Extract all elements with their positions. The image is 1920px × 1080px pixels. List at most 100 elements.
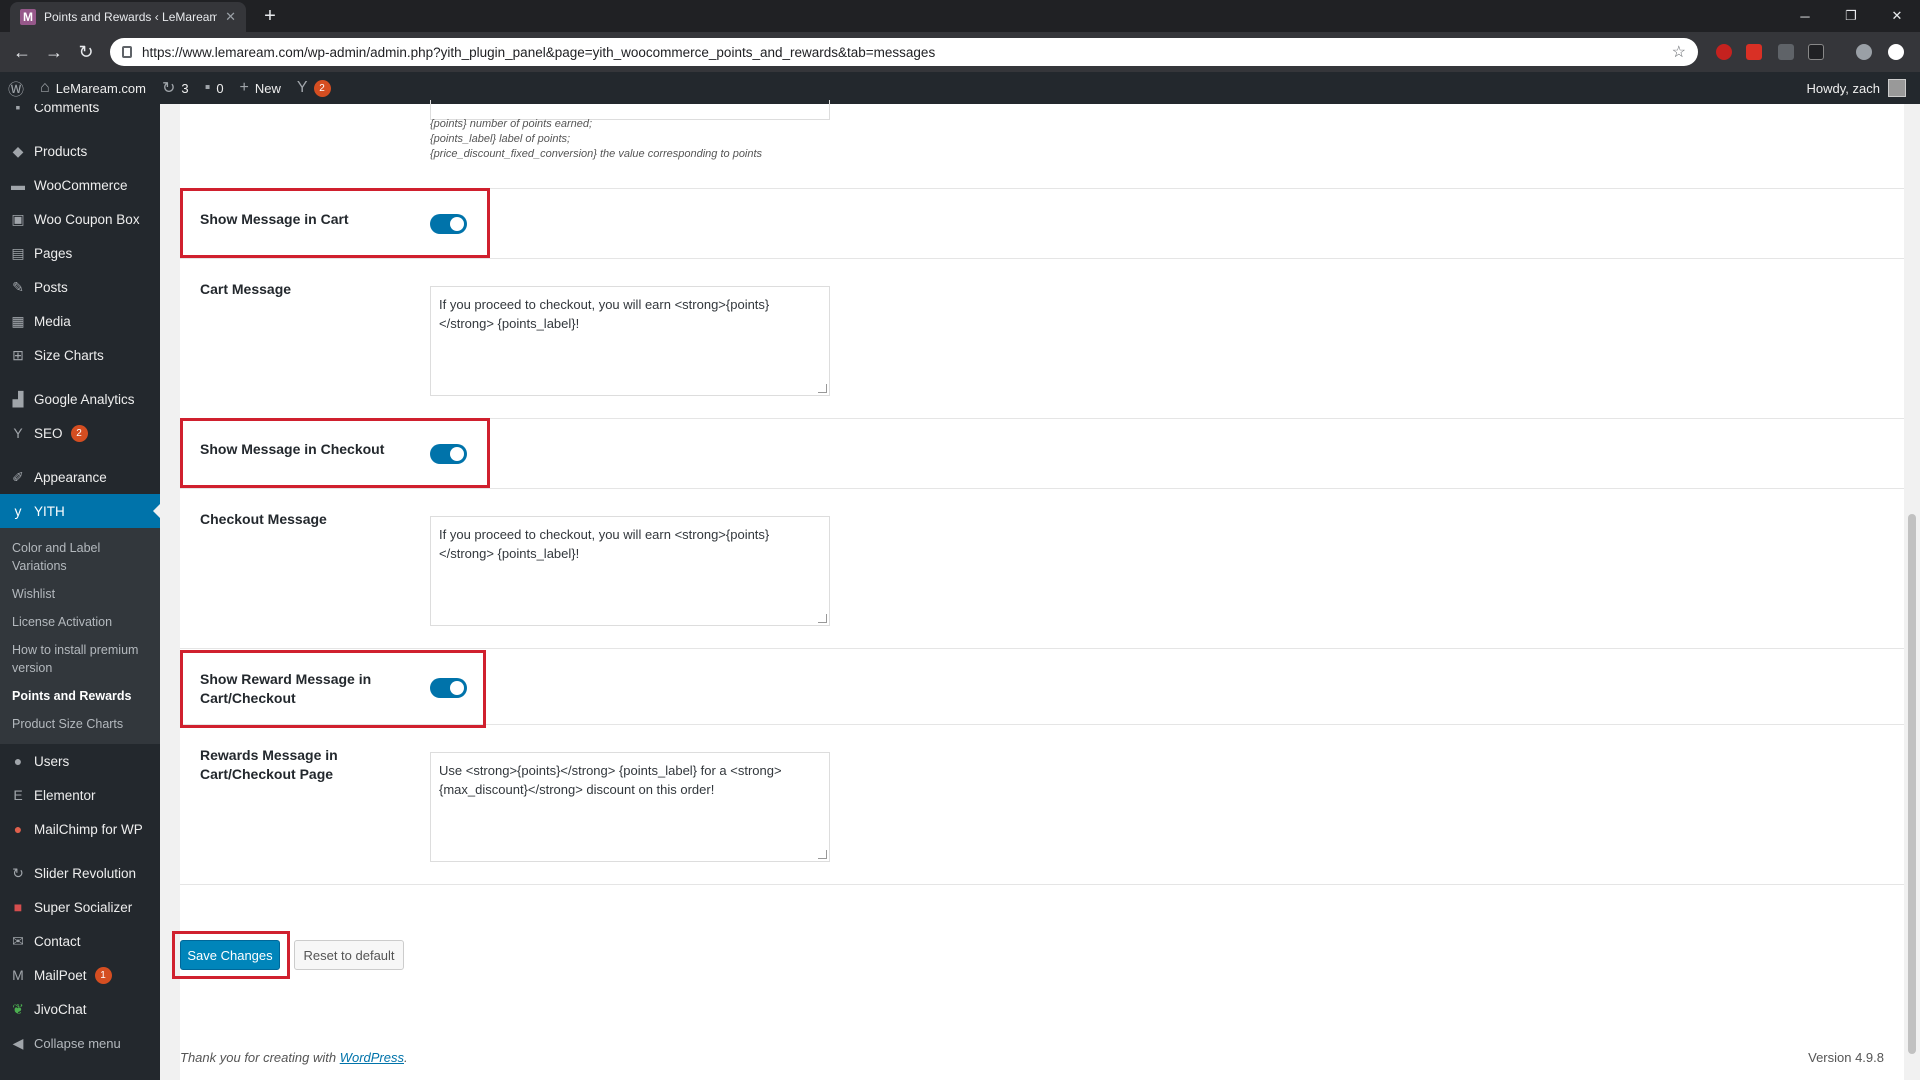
rewards-message-textarea[interactable]: Use <strong>{points}</strong> {points_la… bbox=[430, 752, 830, 862]
sidebar-item-woocommerce[interactable]: ▬ WooCommerce bbox=[0, 168, 160, 202]
footer-thanks: Thank you for creating with WordPress. bbox=[180, 1050, 408, 1065]
wordpress-link[interactable]: WordPress bbox=[340, 1050, 404, 1065]
profile-icon[interactable] bbox=[1856, 44, 1872, 60]
sidebar-item-label: Comments bbox=[34, 104, 100, 115]
sidebar-item-google-analytics[interactable]: ▟ Google Analytics bbox=[0, 382, 160, 416]
sidebar-item-label: Woo Coupon Box bbox=[34, 211, 140, 227]
checkout-message-label: Checkout Message bbox=[200, 511, 327, 527]
cart-message-label: Cart Message bbox=[200, 281, 292, 297]
wordpress-logo-button[interactable]: Ⓦ bbox=[0, 72, 32, 104]
sidebar-item-comments[interactable]: ▪ Comments bbox=[0, 104, 160, 124]
submenu-item-license-activation[interactable]: License Activation bbox=[0, 608, 160, 636]
tab-close-icon[interactable]: ✕ bbox=[225, 9, 236, 25]
sidebar-item-posts[interactable]: ✎ Posts bbox=[0, 270, 160, 304]
back-icon[interactable]: ← bbox=[10, 40, 34, 64]
account-menu[interactable]: Howdy, zach bbox=[1807, 72, 1906, 104]
menu-dot-icon[interactable] bbox=[1888, 44, 1904, 60]
sidebar-item-media[interactable]: ▦ Media bbox=[0, 304, 160, 338]
highlight-box bbox=[180, 650, 486, 728]
restore-icon[interactable]: ❐ bbox=[1828, 0, 1874, 32]
site-name-link[interactable]: ⌂ LeMaream.com bbox=[32, 72, 154, 104]
sidebar-item-label: Contact bbox=[34, 933, 81, 949]
sidebar-item-appearance[interactable]: ✐ Appearance bbox=[0, 460, 160, 494]
sidebar-item-pages[interactable]: ▤ Pages bbox=[0, 236, 160, 270]
submenu-item-wishlist[interactable]: Wishlist bbox=[0, 580, 160, 608]
version-text: Version 4.9.8 bbox=[1808, 1050, 1884, 1065]
updates-icon: ↻ bbox=[162, 80, 176, 97]
settings-panel: {points} number of points earned; {point… bbox=[172, 100, 1904, 1080]
yoast-icon: Y bbox=[13, 425, 23, 441]
cart-message-textarea[interactable]: If you proceed to checkout, you will ear… bbox=[430, 286, 830, 396]
sidebar-item-super-socializer[interactable]: ■ Super Socializer bbox=[0, 890, 160, 924]
highlight-box bbox=[180, 188, 490, 258]
sidebar-item-label: Elementor bbox=[34, 787, 96, 803]
minimize-icon[interactable]: ─ bbox=[1782, 0, 1828, 32]
collapse-icon: ◀ bbox=[12, 1034, 24, 1051]
checkout-message-textarea[interactable]: If you proceed to checkout, you will ear… bbox=[430, 516, 830, 626]
rewards-message-label: Rewards Message in Cart/Checkout Page bbox=[200, 747, 338, 782]
comments-link[interactable]: ▪ 0 bbox=[197, 72, 232, 104]
footer-thanks-text: Thank you for creating with bbox=[180, 1050, 337, 1065]
updates-link[interactable]: ↻ 3 bbox=[154, 72, 197, 104]
sidebar-item-label: MailPoet bbox=[34, 967, 87, 983]
leaf-icon: ❦ bbox=[12, 1000, 24, 1017]
extension-icon[interactable] bbox=[1746, 44, 1762, 60]
seo-badge: 2 bbox=[70, 424, 88, 442]
comment-icon: ▪ bbox=[15, 104, 21, 115]
avatar bbox=[1888, 79, 1906, 97]
bookmark-star-icon[interactable]: ☆ bbox=[1672, 42, 1686, 62]
extension-icon[interactable] bbox=[1716, 44, 1732, 60]
user-icon: ● bbox=[13, 753, 23, 769]
wp-admin-bar: Ⓦ ⌂ LeMaream.com ↻ 3 ▪ 0 + New Y2 Howdy, zac… bbox=[0, 72, 1920, 104]
sidebar-item-seo[interactable]: Y SEO 2 bbox=[0, 416, 160, 450]
sidebar-item-yith[interactable]: y YITH bbox=[0, 494, 160, 528]
sidebar-item-elementor[interactable]: E Elementor bbox=[0, 778, 160, 812]
sidebar-item-products[interactable]: ◆ Products bbox=[0, 134, 160, 168]
box-icon: ◆ bbox=[12, 142, 24, 159]
comment-icon: ▪ bbox=[204, 79, 211, 96]
pin-icon: ✎ bbox=[12, 278, 24, 295]
submenu-item-points-and-rewards[interactable]: Points and Rewards bbox=[0, 682, 160, 710]
sidebar-item-label: Collapse menu bbox=[34, 1035, 121, 1051]
divider bbox=[180, 488, 1904, 489]
placeholder-hint: {price_discount_fixed_conversion} the va… bbox=[430, 148, 763, 160]
sidebar-item-label: Pages bbox=[34, 245, 73, 261]
submenu-item-install-premium[interactable]: How to install premium version bbox=[0, 636, 160, 682]
scrollbar-thumb[interactable] bbox=[1908, 514, 1916, 1054]
sidebar-item-contact[interactable]: ✉ Contact bbox=[0, 924, 160, 958]
yoast-badge: 2 bbox=[313, 79, 331, 97]
page-scrollbar[interactable] bbox=[1904, 104, 1920, 1080]
sidebar-item-label: Appearance bbox=[34, 469, 107, 485]
plus-icon: + bbox=[239, 79, 249, 96]
new-label: New bbox=[254, 80, 281, 96]
sidebar-item-mailchimp[interactable]: ● MailChimp for WP bbox=[0, 812, 160, 846]
updates-count: 3 bbox=[181, 80, 189, 96]
submenu-item-product-size-charts[interactable]: Product Size Charts bbox=[0, 710, 160, 738]
sidebar-item-label: Media bbox=[34, 313, 71, 329]
extension-icon[interactable] bbox=[1778, 44, 1794, 60]
sidebar-item-label: Size Charts bbox=[34, 347, 104, 363]
new-content-link[interactable]: + New bbox=[232, 72, 289, 104]
placeholder-hint: {points} number of points earned; bbox=[430, 118, 593, 130]
forward-icon[interactable]: → bbox=[42, 40, 66, 64]
brush-icon: ✐ bbox=[12, 468, 24, 485]
browser-tab[interactable]: M Points and Rewards ‹ LeMaream... ✕ bbox=[10, 2, 246, 32]
sidebar-item-label: YITH bbox=[34, 503, 65, 519]
previous-textarea[interactable] bbox=[430, 100, 830, 120]
extension-icon[interactable] bbox=[1808, 44, 1824, 60]
sidebar-item-jivochat[interactable]: ❦ JivoChat bbox=[0, 992, 160, 1026]
sidebar-item-mailpoet[interactable]: M MailPoet 1 bbox=[0, 958, 160, 992]
yith-submenu: Color and Label Variations Wishlist Lice… bbox=[0, 528, 160, 744]
new-tab-button[interactable]: + bbox=[258, 4, 282, 28]
collapse-menu-button[interactable]: ◀ Collapse menu bbox=[0, 1026, 160, 1060]
submenu-item-color-label-variations[interactable]: Color and Label Variations bbox=[0, 534, 160, 580]
address-bar[interactable]: https://www.lemaream.com/wp-admin/admin.… bbox=[110, 38, 1698, 66]
reset-default-button[interactable]: Reset to default bbox=[294, 940, 404, 970]
yoast-link[interactable]: Y2 bbox=[289, 72, 339, 104]
reload-icon[interactable]: ↻ bbox=[74, 40, 98, 64]
sidebar-item-slider-revolution[interactable]: ↻ Slider Revolution bbox=[0, 856, 160, 890]
sidebar-item-woo-coupon-box[interactable]: ▣ Woo Coupon Box bbox=[0, 202, 160, 236]
sidebar-item-size-charts[interactable]: ⊞ Size Charts bbox=[0, 338, 160, 372]
sidebar-item-users[interactable]: ● Users bbox=[0, 744, 160, 778]
close-window-icon[interactable]: ✕ bbox=[1874, 0, 1920, 32]
